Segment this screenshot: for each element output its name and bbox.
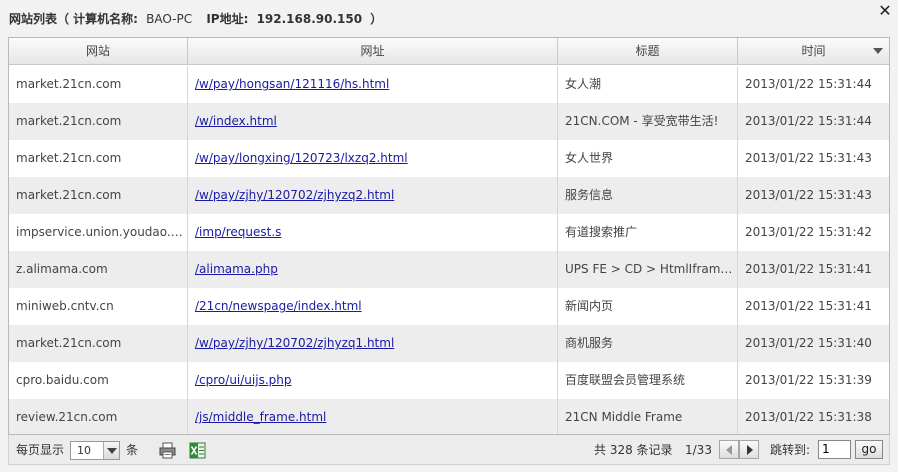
table-row[interactable]: market.21cn.com/w/pay/longxing/120723/lx…	[9, 140, 889, 177]
total-records: 共 328 条记录	[594, 443, 673, 457]
ip-value: 192.168.90.150	[256, 12, 363, 26]
cell-url: /cpro/ui/uijs.php	[188, 362, 558, 399]
title-suffix: ）	[370, 12, 383, 26]
column-header-time[interactable]: 时间	[738, 38, 889, 64]
computer-name: BAO-PC	[146, 12, 193, 26]
table-row[interactable]: miniweb.cntv.cn/21cn/newspage/index.html…	[9, 288, 889, 325]
table-row[interactable]: market.21cn.com/w/index.html 21CN.COM - 享…	[9, 103, 889, 140]
cell-time: 2013/01/22 15:31:38	[745, 410, 872, 424]
cell-site: market.21cn.com	[9, 177, 188, 214]
ip-label: IP地址:	[206, 12, 249, 26]
printer-icon[interactable]	[159, 442, 176, 459]
per-page-label: 每页显示	[16, 443, 65, 457]
cell-time: 2013/01/22 15:31:44	[745, 114, 872, 128]
cell-title: 新闻内页	[558, 288, 738, 325]
dialog-header: 网站列表（ 计算机名称: BAO-PC IP地址: 192.168.90.150…	[0, 0, 898, 36]
goto-label: 跳转到:	[770, 443, 811, 457]
site-list-grid: 网站 网址 标题 时间 market.21cn.com/w/pay/hongsa…	[8, 37, 890, 435]
url-link[interactable]: /21cn/newspage/index.html	[195, 299, 362, 313]
cell-title: 女人潮	[558, 66, 738, 103]
cell-title: 21CN.COM - 享受宽带生活!	[558, 103, 738, 140]
url-link[interactable]: /w/index.html	[195, 114, 277, 128]
table-row[interactable]: cpro.baidu.com/cpro/ui/uijs.php 百度联盟会员管理系…	[9, 362, 889, 399]
cell-site: market.21cn.com	[9, 103, 188, 140]
url-link[interactable]: /w/pay/longxing/120723/lxzq2.html	[195, 151, 408, 165]
page-info: 1/33	[685, 443, 712, 457]
per-page-value: 10	[77, 444, 91, 457]
url-link[interactable]: /w/pay/hongsan/121116/hs.html	[195, 77, 389, 91]
per-page-select[interactable]: 10	[70, 441, 120, 460]
cell-site: cpro.baidu.com	[9, 362, 188, 399]
dialog-title: 网站列表（ 计算机名称: BAO-PC IP地址: 192.168.90.150…	[9, 10, 386, 27]
title-prefix: 网站列表（ 计算机名称:	[9, 12, 138, 26]
table-row[interactable]: impservice.union.youdao.com/imp/request.…	[9, 214, 889, 251]
column-header-url[interactable]: 网址	[188, 38, 558, 64]
cell-site: market.21cn.com	[9, 325, 188, 362]
cell-site: market.21cn.com	[9, 140, 188, 177]
cell-title: UPS FE > CD > HtmlIframeVi...	[558, 251, 738, 288]
chevron-down-icon[interactable]	[103, 442, 119, 459]
table-row[interactable]: market.21cn.com/w/pay/hongsan/121116/hs.…	[9, 66, 889, 103]
column-header-title[interactable]: 标题	[558, 38, 738, 64]
url-link[interactable]: /w/pay/zjhy/120702/zjhyzq1.html	[195, 336, 394, 350]
cell-title: 商机服务	[558, 325, 738, 362]
cell-url: /w/pay/zjhy/120702/zjhyzq1.html	[188, 325, 558, 362]
cell-time: 2013/01/22 15:31:39	[745, 373, 872, 387]
column-header-time-label: 时间	[801, 44, 826, 58]
cell-url: /imp/request.s	[188, 214, 558, 251]
pagination-bar: 每页显示 10 条 共 328 条记录 1/33 跳转到: 1 go	[8, 435, 890, 465]
prev-page-button[interactable]	[719, 440, 739, 459]
chevron-left-icon	[726, 445, 732, 455]
url-link[interactable]: /alimama.php	[195, 262, 278, 276]
table-header: 网站 网址 标题 时间	[9, 38, 889, 65]
cell-site: review.21cn.com	[9, 399, 188, 434]
goto-page-input[interactable]: 1	[818, 440, 851, 459]
cell-url: /alimama.php	[188, 251, 558, 288]
url-link[interactable]: /cpro/ui/uijs.php	[195, 373, 291, 387]
sort-desc-icon[interactable]	[873, 48, 883, 54]
cell-time: 2013/01/22 15:31:40	[745, 336, 872, 350]
cell-url: /21cn/newspage/index.html	[188, 288, 558, 325]
next-page-button[interactable]	[739, 440, 759, 459]
cell-time: 2013/01/22 15:31:41	[745, 299, 872, 313]
column-header-site[interactable]: 网站	[9, 38, 188, 64]
cell-title: 服务信息	[558, 177, 738, 214]
cell-time: 2013/01/22 15:31:41	[745, 262, 872, 276]
cell-title: 女人世界	[558, 140, 738, 177]
cell-time: 2013/01/22 15:31:43	[745, 151, 872, 165]
table-row[interactable]: review.21cn.com/js/middle_frame.html 21CN…	[9, 399, 889, 434]
table-row[interactable]: market.21cn.com/w/pay/zjhy/120702/zjhyzq…	[9, 325, 889, 362]
url-link[interactable]: /js/middle_frame.html	[195, 410, 326, 424]
cell-site: impservice.union.youdao.com	[9, 214, 188, 251]
close-icon[interactable]: ✕	[876, 1, 894, 21]
go-button[interactable]: go	[855, 440, 883, 459]
cell-title: 21CN Middle Frame	[558, 399, 738, 434]
excel-export-icon[interactable]	[189, 442, 206, 459]
cell-time: 2013/01/22 15:31:43	[745, 188, 872, 202]
cell-title: 百度联盟会员管理系统	[558, 362, 738, 399]
cell-time: 2013/01/22 15:31:42	[745, 225, 872, 239]
cell-time: 2013/01/22 15:31:44	[745, 77, 872, 91]
cell-url: /js/middle_frame.html	[188, 399, 558, 434]
cell-site: miniweb.cntv.cn	[9, 288, 188, 325]
cell-url: /w/index.html	[188, 103, 558, 140]
chevron-right-icon	[747, 445, 753, 455]
cell-url: /w/pay/zjhy/120702/zjhyzq2.html	[188, 177, 558, 214]
cell-url: /w/pay/longxing/120723/lxzq2.html	[188, 140, 558, 177]
table-row[interactable]: market.21cn.com/w/pay/zjhy/120702/zjhyzq…	[9, 177, 889, 214]
cell-url: /w/pay/hongsan/121116/hs.html	[188, 66, 558, 103]
cell-title: 有道搜索推广	[558, 214, 738, 251]
per-page-unit: 条	[126, 443, 139, 457]
table-row[interactable]: z.alimama.com/alimama.php UPS FE > CD > H…	[9, 251, 889, 288]
cell-site: z.alimama.com	[9, 251, 188, 288]
cell-site: market.21cn.com	[9, 66, 188, 103]
url-link[interactable]: /imp/request.s	[195, 225, 281, 239]
url-link[interactable]: /w/pay/zjhy/120702/zjhyzq2.html	[195, 188, 394, 202]
